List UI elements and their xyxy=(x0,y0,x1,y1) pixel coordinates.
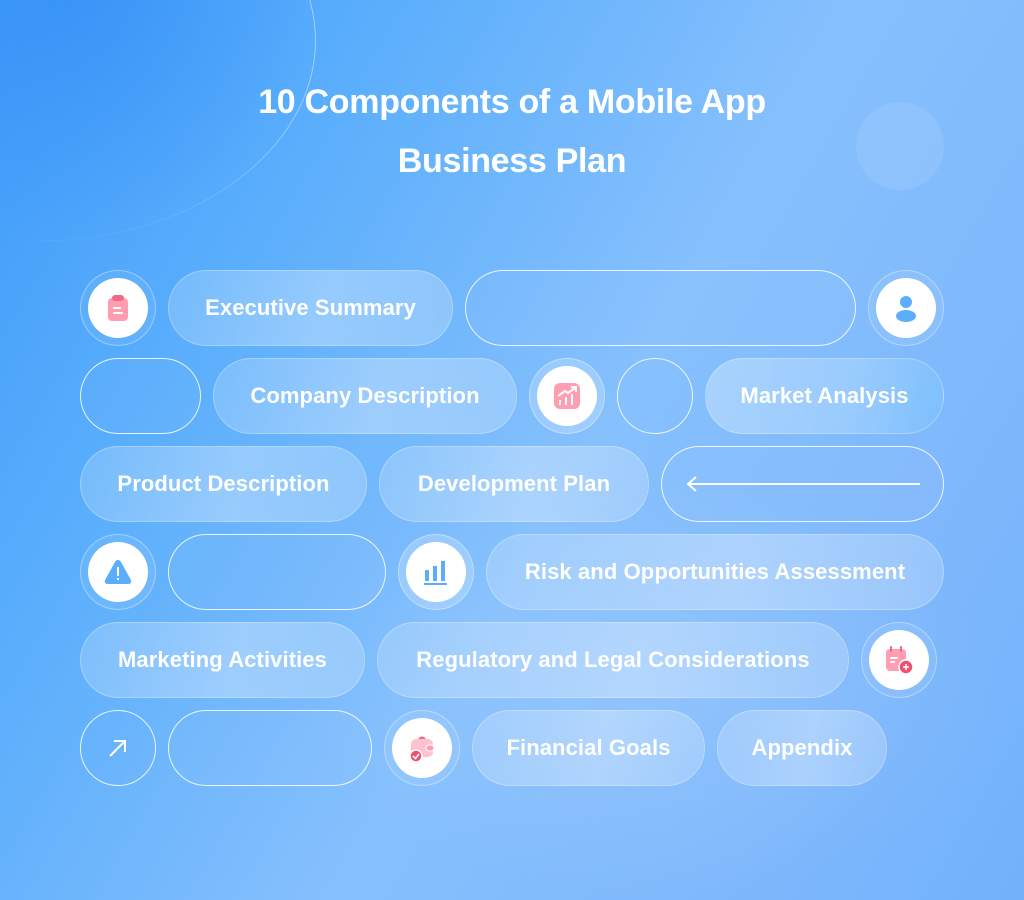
title-line-2: Business Plan xyxy=(397,142,627,180)
decorative-outline-pill xyxy=(465,270,856,346)
wallet-check-icon-badge xyxy=(384,710,460,786)
calendar-add-icon xyxy=(886,646,914,675)
clipboard-icon-badge xyxy=(80,270,156,346)
page-title: 10 Components of a Mobile App Business P… xyxy=(0,80,1024,184)
component-label: Risk and Opportunities Assessment xyxy=(524,559,906,584)
component-label: Product Description xyxy=(117,471,330,496)
component-label: Appendix xyxy=(751,735,853,760)
arrow-up-right-circle xyxy=(80,710,156,786)
component-label: Development Plan xyxy=(417,471,611,496)
component-executive-summary: Executive Summary xyxy=(168,270,453,346)
decorative-outline-pill xyxy=(80,358,201,434)
user-icon-badge xyxy=(868,270,944,346)
user-icon xyxy=(896,296,916,322)
arrow-left-icon xyxy=(686,476,920,492)
component-label: Regulatory and Legal Considerations xyxy=(416,647,810,672)
component-label: Executive Summary xyxy=(205,295,416,320)
warning-icon-badge xyxy=(80,534,156,610)
calendar-add-icon-badge xyxy=(861,622,937,698)
bar-chart-icon-badge xyxy=(398,534,474,610)
component-development-plan: Development Plan xyxy=(379,446,649,522)
component-label: Financial Goals xyxy=(506,735,671,760)
title-line-1: 10 Components of a Mobile App xyxy=(258,83,766,121)
growth-chart-icon-badge xyxy=(529,358,605,434)
component-financial-goals: Financial Goals xyxy=(472,710,705,786)
component-label: Marketing Activities xyxy=(117,647,328,672)
wallet-check-icon xyxy=(409,736,435,763)
component-product-description: Product Description xyxy=(80,446,367,522)
decorative-outline-pill xyxy=(168,710,372,786)
component-risk-and-opportunities-assessment: Risk and Opportunities Assessment xyxy=(486,534,944,610)
component-regulatory-and-legal-considerations: Regulatory and Legal Considerations xyxy=(377,622,849,698)
arrow-left-pill xyxy=(661,446,944,522)
arrow-up-right-icon xyxy=(109,740,126,757)
component-label: Company Description xyxy=(250,383,480,408)
clipboard-icon xyxy=(108,295,128,321)
component-label: Market Analysis xyxy=(740,383,909,408)
decorative-outline-pill xyxy=(168,534,386,610)
decorative-outline-circle xyxy=(617,358,693,434)
component-appendix: Appendix xyxy=(717,710,887,786)
component-market-analysis: Market Analysis xyxy=(705,358,944,434)
component-company-description: Company Description xyxy=(213,358,517,434)
component-marketing-activities: Marketing Activities xyxy=(80,622,365,698)
warning-icon xyxy=(104,560,132,584)
bar-chart-icon xyxy=(424,561,447,585)
growth-chart-icon xyxy=(554,383,580,409)
